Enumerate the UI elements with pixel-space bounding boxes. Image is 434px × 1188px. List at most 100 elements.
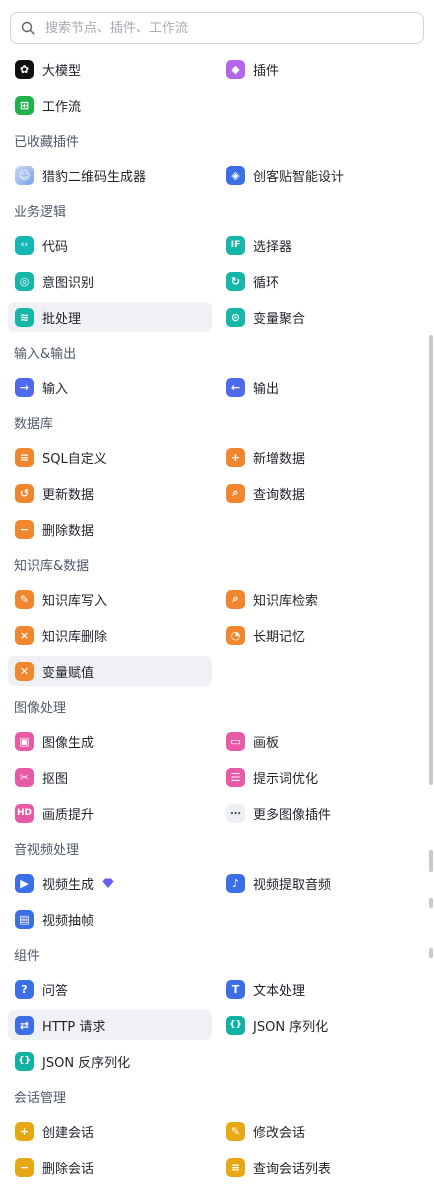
input-icon: → bbox=[15, 377, 34, 397]
node-item[interactable]: ▶ 视频生成 bbox=[8, 868, 212, 898]
section-grid: ≡ SQL自定义 + 新增数据 ↺ 更新数据 ⌕ 查询数据 − 删除数据 bbox=[0, 442, 434, 550]
node-label: 抠图 bbox=[42, 771, 69, 787]
node-label: 知识库写入 bbox=[42, 593, 108, 609]
node-item[interactable]: ↻ 循环 bbox=[219, 266, 423, 296]
node-label: 修改会话 bbox=[253, 1125, 306, 1141]
delete-data-icon: − bbox=[15, 519, 34, 539]
section-title: 业务逻辑 bbox=[14, 205, 67, 220]
llm-icon: ✿ bbox=[15, 59, 34, 79]
output-icon: ← bbox=[226, 377, 245, 397]
node-item[interactable]: {} JSON 序列化 bbox=[219, 1010, 423, 1040]
http-icon: ⇄ bbox=[15, 1015, 34, 1035]
prompt-optimize-icon: ☰ bbox=[226, 767, 245, 787]
workflow-icon: ⊞ bbox=[15, 95, 34, 115]
loop-icon: ↻ bbox=[226, 271, 245, 291]
json-serialize-icon: {} bbox=[226, 1015, 245, 1035]
node-label: 删除数据 bbox=[42, 523, 95, 539]
video-frame-icon: ▤ bbox=[15, 909, 34, 929]
node-label: 新增数据 bbox=[253, 451, 306, 467]
node-label: 删除会话 bbox=[42, 1161, 95, 1177]
search-box[interactable] bbox=[10, 12, 424, 44]
node-item[interactable]: ⊙ 变量聚合 bbox=[219, 302, 423, 332]
node-item[interactable]: + 创建会话 bbox=[8, 1116, 212, 1146]
node-label: 画板 bbox=[253, 735, 280, 751]
node-label: 提示词优化 bbox=[253, 771, 319, 787]
section-grid: ▶ 视频生成 ♪ 视频提取音频 ▤ 视频抽帧 bbox=[0, 868, 434, 940]
node-item[interactable]: {} JSON 反序列化 bbox=[8, 1046, 212, 1076]
section-title: 音视频处理 bbox=[14, 843, 80, 858]
node-item[interactable]: ▣ 图像生成 bbox=[8, 726, 212, 756]
node-label: 知识库检索 bbox=[253, 593, 319, 609]
node-item[interactable]: ▭ 画板 bbox=[219, 726, 423, 756]
node-item[interactable]: ← 输出 bbox=[219, 372, 423, 402]
node-label: SQL自定义 bbox=[42, 451, 107, 467]
node-label: 知识库删除 bbox=[42, 629, 108, 645]
video-audio-icon: ♪ bbox=[226, 873, 245, 893]
node-item[interactable]: + 新增数据 bbox=[219, 442, 423, 472]
condition-if-icon: IF bbox=[226, 235, 245, 255]
node-item[interactable]: ? 问答 bbox=[8, 974, 212, 1004]
node-item[interactable]: ⋯ 更多图像插件 bbox=[219, 798, 423, 828]
canvas-icon: ▭ bbox=[226, 731, 245, 751]
node-item[interactable]: ≋ 批处理 bbox=[8, 302, 212, 332]
node-item[interactable]: ◈ 创客贴智能设计 bbox=[219, 160, 423, 190]
node-item[interactable]: ≡ 查询会话列表 bbox=[219, 1152, 423, 1182]
node-label: 工作流 bbox=[42, 99, 82, 115]
code-icon: ‹› bbox=[15, 235, 34, 255]
node-item[interactable]: ⊞ 工作流 bbox=[8, 90, 212, 120]
node-item[interactable]: ≡ SQL自定义 bbox=[8, 442, 212, 472]
node-item[interactable]: ✂ 抠图 bbox=[8, 762, 212, 792]
node-item[interactable]: ◎ 意图识别 bbox=[8, 266, 212, 296]
batch-icon: ≋ bbox=[15, 307, 34, 327]
node-item[interactable]: ✕ 变量赋值 bbox=[8, 656, 212, 686]
node-item[interactable]: ⌕ 查询数据 bbox=[219, 478, 423, 508]
node-label: 插件 bbox=[253, 63, 280, 79]
node-item[interactable]: ✎ 知识库写入 bbox=[8, 584, 212, 614]
node-item[interactable]: ↺ 更新数据 bbox=[8, 478, 212, 508]
section-title: 会话管理 bbox=[14, 1091, 67, 1106]
cutout-icon: ✂ bbox=[15, 767, 34, 787]
node-item[interactable]: ☺ 猎豹二维码生成器 bbox=[8, 160, 212, 190]
node-item[interactable]: ◆ 插件 bbox=[219, 54, 423, 84]
node-item[interactable]: ⌕ 知识库检索 bbox=[219, 584, 423, 614]
section-grid: + 创建会话 ✎ 修改会话 − 删除会话 ≡ 查询会话列表 bbox=[0, 1116, 434, 1188]
intent-icon: ◎ bbox=[15, 271, 34, 291]
scrollbar-thumb[interactable] bbox=[429, 335, 433, 785]
node-label: 画质提升 bbox=[42, 807, 95, 823]
node-item[interactable]: ⇄ HTTP 请求 bbox=[8, 1010, 212, 1040]
node-label: 意图识别 bbox=[42, 275, 95, 291]
text-process-icon: T bbox=[226, 979, 245, 999]
node-label: 长期记忆 bbox=[253, 629, 306, 645]
node-item[interactable]: ✎ 修改会话 bbox=[219, 1116, 423, 1146]
more-icon: ⋯ bbox=[226, 803, 245, 823]
node-item[interactable]: HD 画质提升 bbox=[8, 798, 212, 828]
node-label: 问答 bbox=[42, 983, 69, 999]
node-item[interactable]: ✿ 大模型 bbox=[8, 54, 212, 84]
node-item[interactable]: − 删除会话 bbox=[8, 1152, 212, 1182]
search-icon bbox=[21, 21, 35, 35]
node-item[interactable]: ▤ 视频抽帧 bbox=[8, 904, 212, 934]
node-item[interactable]: − 删除数据 bbox=[8, 514, 212, 544]
section-grid: ‹› 代码 IF 选择器 ◎ 意图识别 ↻ 循环 ≋ 批处理 ⊙ 变量聚合 bbox=[0, 230, 434, 338]
qr-generator-avatar-icon: ☺ bbox=[15, 165, 34, 185]
node-item[interactable]: × 知识库删除 bbox=[8, 620, 212, 650]
node-item[interactable]: → 输入 bbox=[8, 372, 212, 402]
node-label: HTTP 请求 bbox=[42, 1019, 106, 1035]
node-label: 创客贴智能设计 bbox=[253, 169, 345, 185]
node-item[interactable]: ☰ 提示词优化 bbox=[219, 762, 423, 792]
section-title: 知识库&数据 bbox=[14, 559, 90, 574]
edit-chat-icon: ✎ bbox=[226, 1121, 245, 1141]
node-label: 文本处理 bbox=[253, 983, 306, 999]
section-title: 图像处理 bbox=[14, 701, 67, 716]
section-grid: ☺ 猎豹二维码生成器 ◈ 创客贴智能设计 bbox=[0, 160, 434, 196]
node-list: ✿ 大模型 ◆ 插件 ⊞ 工作流 已收藏插件 ☺ 猎豹二维码生成器 ◈ 创客贴智能设计 业务逻辑 ‹› 代… bbox=[0, 54, 434, 1188]
node-item[interactable]: ♪ 视频提取音频 bbox=[219, 868, 423, 898]
quality-enhance-icon: HD bbox=[15, 803, 34, 823]
node-item[interactable]: IF 选择器 bbox=[219, 230, 423, 260]
node-label: JSON 反序列化 bbox=[42, 1055, 131, 1071]
node-item[interactable]: ‹› 代码 bbox=[8, 230, 212, 260]
node-item[interactable]: ◔ 长期记忆 bbox=[219, 620, 423, 650]
node-item[interactable]: T 文本处理 bbox=[219, 974, 423, 1004]
search-input[interactable] bbox=[43, 19, 407, 37]
add-data-icon: + bbox=[226, 447, 245, 467]
